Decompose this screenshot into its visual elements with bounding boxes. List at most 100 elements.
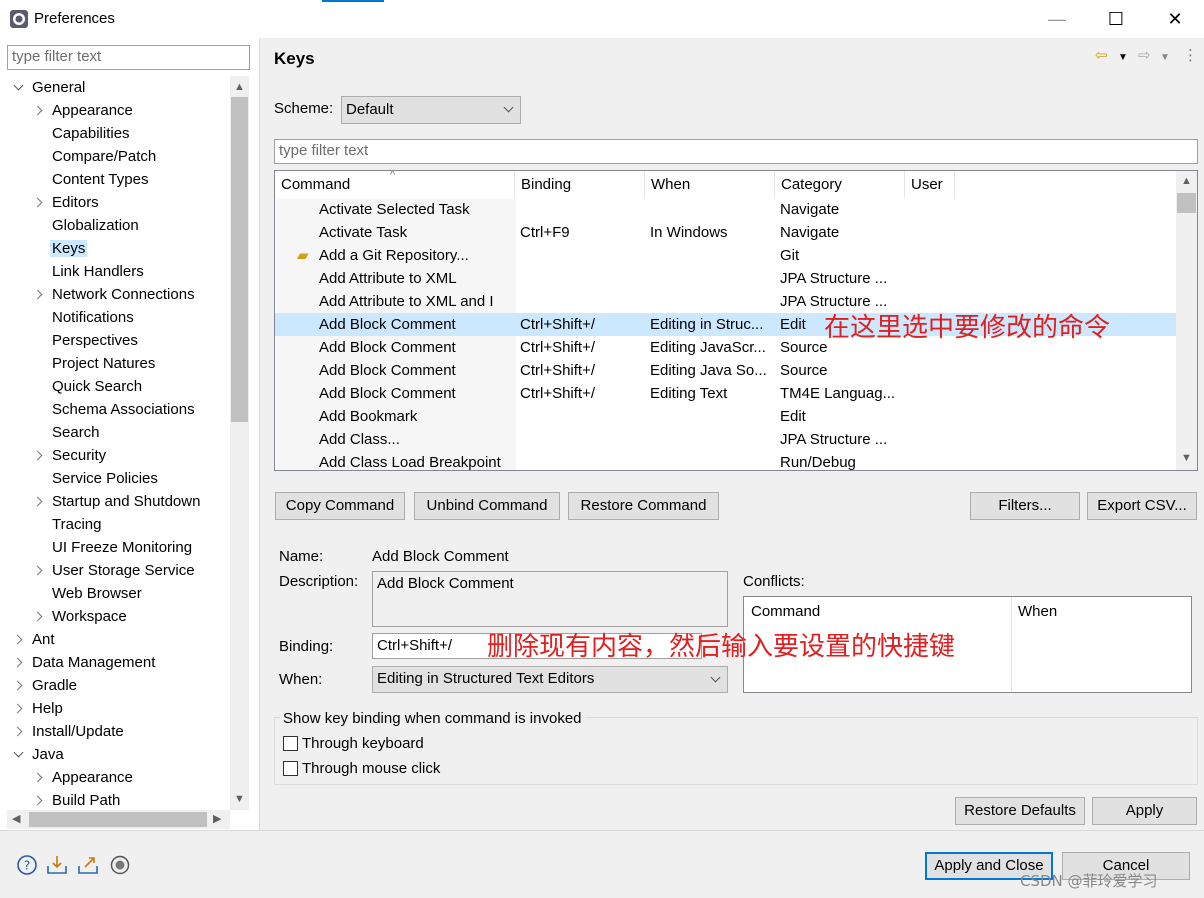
tree-item[interactable]: Help bbox=[12, 697, 63, 720]
tree-item[interactable]: Quick Search bbox=[52, 375, 142, 398]
tree-item[interactable]: Java bbox=[13, 743, 64, 766]
tree-expanded-chevron-icon[interactable] bbox=[13, 747, 24, 758]
table-row[interactable]: Add Bookmark Edit bbox=[275, 405, 1176, 428]
copy-command-button[interactable]: Copy Command bbox=[275, 492, 405, 520]
tree-collapsed-chevron-icon[interactable] bbox=[32, 289, 43, 300]
tree-item[interactable]: Startup and Shutdown bbox=[32, 490, 200, 513]
forward-menu-chevron-icon[interactable]: ▼ bbox=[1160, 53, 1170, 63]
tree-item[interactable]: Content Types bbox=[52, 168, 148, 191]
through-mouse-label[interactable]: Through mouse click bbox=[302, 760, 440, 777]
table-scroll-up-icon[interactable]: ▲ bbox=[1181, 176, 1192, 187]
keys-filter-input[interactable]: type filter text bbox=[274, 139, 1198, 164]
sidebar-filter-input[interactable]: type filter text bbox=[7, 45, 250, 70]
tree-item[interactable]: Keys bbox=[50, 237, 88, 260]
table-scroll-thumb[interactable] bbox=[1177, 193, 1196, 213]
unbind-command-button[interactable]: Unbind Command bbox=[414, 492, 560, 520]
tree-item[interactable]: Notifications bbox=[52, 306, 134, 329]
tree-item[interactable]: Compare/Patch bbox=[52, 145, 156, 168]
tree-collapsed-chevron-icon[interactable] bbox=[32, 795, 43, 806]
close-button[interactable]: ✕ bbox=[1146, 0, 1204, 38]
table-row[interactable]: Add Block Comment Ctrl+Shift+/ Editing Tex… bbox=[275, 382, 1176, 405]
table-row[interactable]: ▰ Add a Git Repository... Git bbox=[275, 244, 1176, 267]
tree-collapsed-chevron-icon[interactable] bbox=[32, 772, 43, 783]
tree-item[interactable]: User Storage Service bbox=[32, 559, 195, 582]
tree-item[interactable]: Build Path bbox=[32, 789, 120, 810]
tree-collapsed-chevron-icon[interactable] bbox=[12, 634, 23, 645]
column-header-binding[interactable]: Binding bbox=[515, 171, 645, 198]
minimize-button[interactable]: — bbox=[1028, 0, 1086, 38]
scroll-down-icon[interactable]: ▼ bbox=[234, 794, 245, 805]
tree-item[interactable]: Gradle bbox=[12, 674, 77, 697]
tree-collapsed-chevron-icon[interactable] bbox=[32, 496, 43, 507]
tree-item[interactable]: Security bbox=[32, 444, 106, 467]
tree-item[interactable]: Workspace bbox=[32, 605, 127, 628]
tree-item[interactable]: Appearance bbox=[32, 99, 133, 122]
scroll-left-icon[interactable]: ◀ bbox=[12, 814, 20, 825]
table-row[interactable]: Add Attribute to XML JPA Structure ... bbox=[275, 267, 1176, 290]
tree-scroll-thumb[interactable] bbox=[231, 97, 248, 422]
tree-item[interactable]: Data Management bbox=[12, 651, 155, 674]
table-vertical-scrollbar[interactable] bbox=[1176, 171, 1197, 470]
export-icon[interactable] bbox=[77, 854, 99, 876]
tree-item[interactable]: Install/Update bbox=[12, 720, 124, 743]
tree-collapsed-chevron-icon[interactable] bbox=[32, 197, 43, 208]
column-header-when[interactable]: When bbox=[645, 171, 775, 198]
tree-collapsed-chevron-icon[interactable] bbox=[32, 450, 43, 461]
restore-command-button[interactable]: Restore Command bbox=[568, 492, 719, 520]
view-menu-icon[interactable]: ⋮ bbox=[1183, 48, 1198, 63]
restore-defaults-button[interactable]: Restore Defaults bbox=[955, 797, 1085, 825]
when-select[interactable]: Editing in Structured Text Editors bbox=[372, 666, 728, 693]
through-keyboard-label[interactable]: Through keyboard bbox=[302, 735, 424, 752]
tree-item[interactable]: UI Freeze Monitoring bbox=[52, 536, 192, 559]
apply-button[interactable]: Apply bbox=[1092, 797, 1197, 825]
scheme-select[interactable]: Default bbox=[341, 96, 521, 124]
table-scroll-down-icon[interactable]: ▼ bbox=[1181, 453, 1192, 464]
table-row[interactable]: Add Block Comment Ctrl+Shift+/ Editing Jav… bbox=[275, 359, 1176, 382]
conflicts-header-when[interactable]: When bbox=[1018, 603, 1057, 620]
tree-collapsed-chevron-icon[interactable] bbox=[32, 611, 43, 622]
tree-item[interactable]: Editors bbox=[32, 191, 99, 214]
through-mouse-checkbox[interactable] bbox=[283, 761, 298, 776]
column-header-category[interactable]: Category bbox=[775, 171, 905, 198]
scroll-right-icon[interactable]: ▶ bbox=[213, 814, 221, 825]
table-row[interactable]: Activate Selected Task Navigate bbox=[275, 198, 1176, 221]
tree-item[interactable]: Tracing bbox=[52, 513, 101, 536]
tree-item[interactable]: Appearance bbox=[32, 766, 133, 789]
conflicts-header-command[interactable]: Command bbox=[751, 603, 820, 620]
tree-item[interactable]: Capabilities bbox=[52, 122, 130, 145]
column-header-user[interactable]: User bbox=[905, 171, 955, 198]
tree-expanded-chevron-icon[interactable] bbox=[13, 80, 24, 91]
tree-item[interactable]: Schema Associations bbox=[52, 398, 195, 421]
maximize-button[interactable]: ☐ bbox=[1087, 0, 1145, 38]
tree-collapsed-chevron-icon[interactable] bbox=[32, 565, 43, 576]
tree-item[interactable]: Ant bbox=[12, 628, 55, 651]
filters-button[interactable]: Filters... bbox=[970, 492, 1080, 520]
tree-collapsed-chevron-icon[interactable] bbox=[12, 680, 23, 691]
tree-item[interactable]: Search bbox=[52, 421, 100, 444]
tree-item[interactable]: Project Natures bbox=[52, 352, 155, 375]
tree-item[interactable]: Perspectives bbox=[52, 329, 138, 352]
help-icon[interactable]: ? bbox=[16, 854, 38, 876]
table-row[interactable]: Add Class Load Breakpoint Run/Debug bbox=[275, 451, 1176, 470]
tree-collapsed-chevron-icon[interactable] bbox=[12, 726, 23, 737]
tree-item[interactable]: Link Handlers bbox=[52, 260, 144, 283]
forward-arrow-icon[interactable]: ⇨ bbox=[1138, 48, 1151, 63]
oomph-icon[interactable] bbox=[109, 854, 131, 876]
tree-collapsed-chevron-icon[interactable] bbox=[12, 703, 23, 714]
tree-item[interactable]: Service Policies bbox=[52, 467, 158, 490]
tree-collapsed-chevron-icon[interactable] bbox=[32, 105, 43, 116]
through-keyboard-checkbox[interactable] bbox=[283, 736, 298, 751]
tree-item[interactable]: Globalization bbox=[52, 214, 139, 237]
tree-hscroll-thumb[interactable] bbox=[29, 812, 207, 827]
import-icon[interactable] bbox=[46, 854, 68, 876]
back-menu-chevron-icon[interactable]: ▼ bbox=[1118, 53, 1128, 63]
tree-item[interactable]: Web Browser bbox=[52, 582, 142, 605]
table-row[interactable]: Add Class... JPA Structure ... bbox=[275, 428, 1176, 451]
back-arrow-icon[interactable]: ⇦ bbox=[1095, 48, 1108, 63]
table-row[interactable]: Activate Task Ctrl+F9 In Windows Navigate bbox=[275, 221, 1176, 244]
tree-item[interactable]: Network Connections bbox=[32, 283, 195, 306]
scroll-up-icon[interactable]: ▲ bbox=[234, 82, 245, 93]
export-csv-button[interactable]: Export CSV... bbox=[1087, 492, 1197, 520]
tree-collapsed-chevron-icon[interactable] bbox=[12, 657, 23, 668]
tree-item[interactable]: General bbox=[13, 76, 85, 99]
